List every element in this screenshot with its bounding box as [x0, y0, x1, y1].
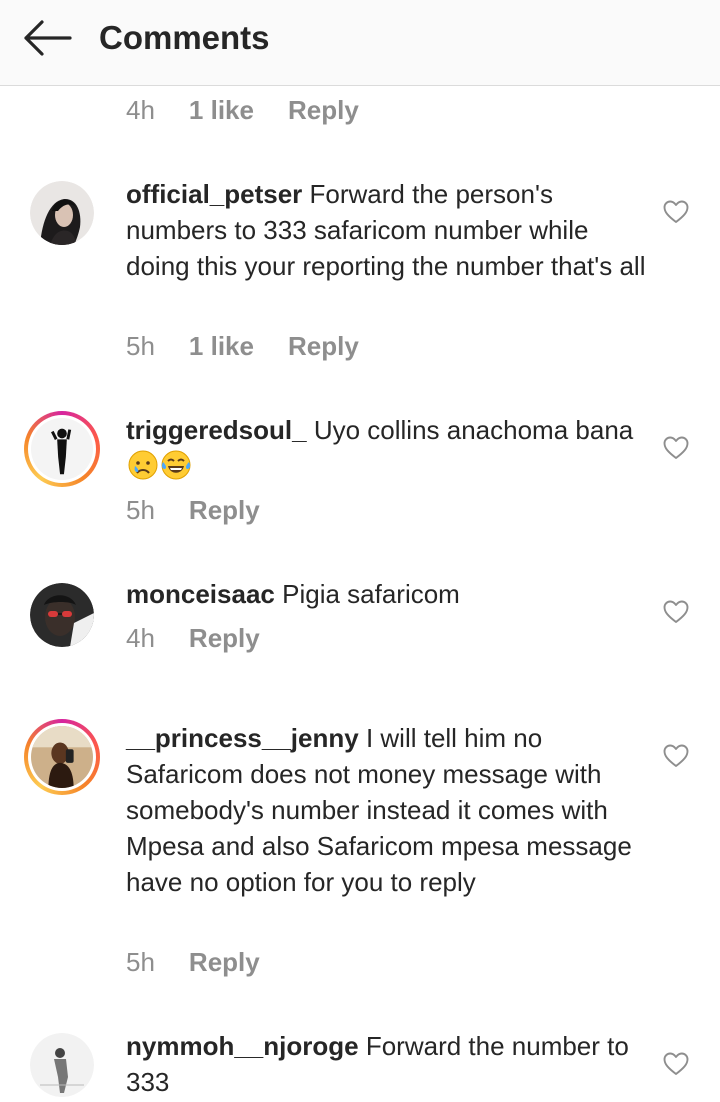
comment-message: Uyo collins anachoma bana	[313, 415, 634, 445]
page-title: Comments	[99, 19, 270, 56]
avatar[interactable]	[24, 719, 100, 795]
heart-outline-icon[interactable]	[662, 198, 690, 226]
comment-likes[interactable]: 1 like	[189, 95, 254, 126]
comment-message: Pigia safaricom	[282, 579, 460, 609]
comment-meta: 4h Reply	[126, 622, 260, 654]
avatar-image	[31, 726, 93, 788]
comment-username[interactable]: official_petser	[126, 179, 302, 209]
avatar-image	[30, 583, 94, 647]
arrow-left-icon	[24, 20, 72, 56]
heart-outline-icon[interactable]	[662, 598, 690, 626]
heart-outline-icon[interactable]	[662, 1050, 690, 1078]
back-button[interactable]	[20, 16, 74, 60]
avatar-image	[30, 1033, 94, 1097]
comment-time: 4h	[126, 622, 155, 653]
comments-screen: Comments 4h 1 like Reply official_petser…	[0, 0, 720, 1102]
comment-username[interactable]: monceisaac	[126, 579, 275, 609]
tears-of-joy-icon	[161, 450, 191, 480]
comment-meta: 4h 1 like Reply	[126, 94, 359, 126]
avatar[interactable]	[24, 411, 100, 487]
avatar-ring-inner	[28, 723, 96, 791]
avatar-image	[31, 418, 93, 480]
comment-username[interactable]: triggeredsoul_	[126, 415, 307, 445]
comment-meta: 5h 1 like Reply	[126, 330, 359, 362]
comment-body: monceisaac Pigia safaricom	[126, 576, 646, 612]
avatar[interactable]	[30, 181, 94, 245]
crying-face-icon	[128, 450, 158, 480]
reply-button[interactable]: Reply	[189, 495, 260, 526]
reply-button[interactable]: Reply	[189, 623, 260, 654]
avatar-image	[30, 181, 94, 245]
reply-button[interactable]: Reply	[189, 947, 260, 978]
comment-body: nymmoh__njoroge Forward the number to 33…	[126, 1028, 646, 1100]
avatar-ring-inner	[28, 415, 96, 483]
avatar[interactable]	[30, 583, 94, 647]
comment-likes[interactable]: 1 like	[189, 331, 254, 362]
heart-outline-icon[interactable]	[662, 434, 690, 462]
comment-body: triggeredsoul_ Uyo collins anachoma bana	[126, 412, 646, 484]
comment-username[interactable]: __princess__jenny	[126, 723, 359, 753]
comment-meta: 5h Reply	[126, 494, 260, 526]
comment-body: official_petser Forward the person's num…	[126, 176, 646, 284]
avatar[interactable]	[30, 1033, 94, 1097]
comment-time: 4h	[126, 94, 155, 125]
reply-button[interactable]: Reply	[288, 95, 359, 126]
heart-outline-icon[interactable]	[662, 742, 690, 770]
app-bar: Comments	[0, 0, 720, 86]
comment-meta: 5h Reply	[126, 946, 260, 978]
comment-time: 5h	[126, 946, 155, 977]
reply-button[interactable]: Reply	[288, 331, 359, 362]
comment-time: 5h	[126, 494, 155, 525]
comment-username[interactable]: nymmoh__njoroge	[126, 1031, 359, 1061]
comment-time: 5h	[126, 330, 155, 361]
comment-body: __princess__jenny I will tell him no Saf…	[126, 720, 646, 900]
